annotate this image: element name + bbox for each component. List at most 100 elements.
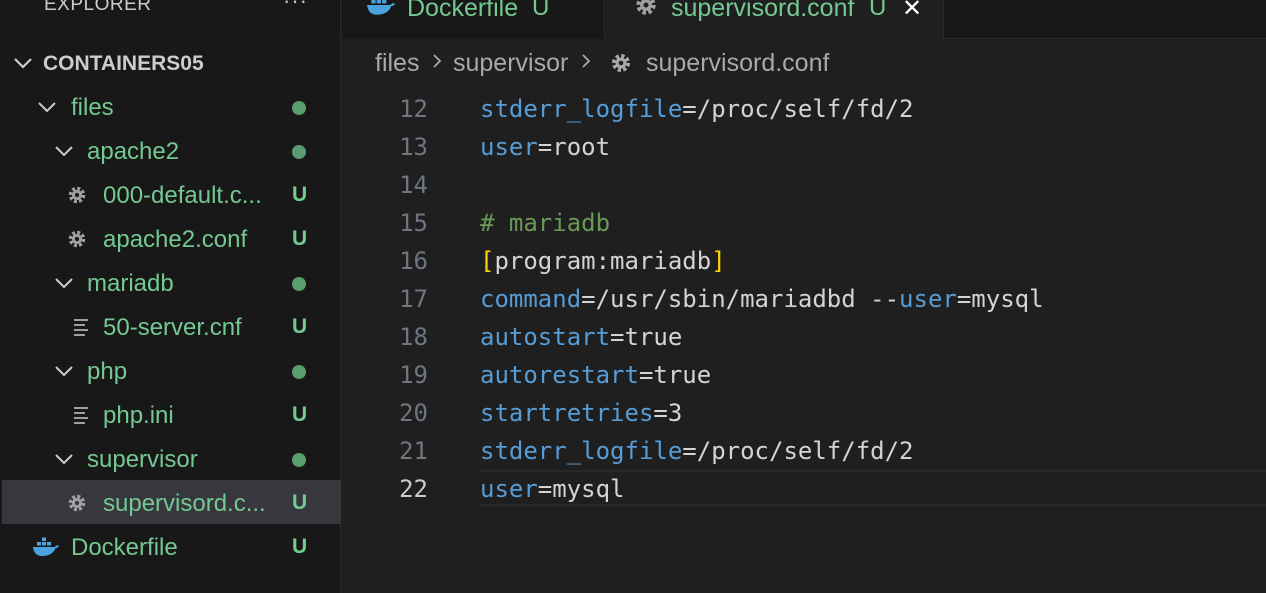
chevron-down-icon [14, 58, 32, 69]
explorer-header: EXPLORER ··· [0, 0, 341, 18]
config-value: /proc/self/fd/2 [696, 437, 914, 465]
tab-bar: Dockerfile U supervisord.conf U ✕ [342, 0, 1266, 39]
equals-sign: = [956, 285, 972, 313]
line-number: 19 [399, 361, 428, 389]
config-key: autorestart [480, 361, 639, 389]
config-key: command [480, 285, 582, 313]
bracket-close: ] [711, 247, 726, 275]
code-line: 19 autorestart=true [342, 356, 1266, 394]
tree-file-000-default[interactable]: 000-default.c... U [2, 173, 341, 217]
code-text: command=/usr/sbin/mariadbd --user=mysql [480, 285, 1044, 313]
chevron-down-icon [55, 454, 73, 465]
code-line: 21 stderr_logfile=/proc/self/fd/2 [342, 432, 1266, 470]
breadcrumb: files supervisor supervisord.conf [342, 40, 1266, 86]
untracked-badge: U [869, 0, 887, 21]
modified-dot [292, 453, 306, 467]
breadcrumb-item-supervisord-conf[interactable]: supervisord.conf [646, 49, 829, 78]
code-line: 13 user=root [342, 128, 1266, 166]
untracked-badge: U [292, 535, 308, 558]
tree-item-label: apache2 [87, 138, 180, 165]
code-line: 14 [342, 166, 1266, 204]
config-value: true [624, 323, 683, 351]
breadcrumb-item-supervisor[interactable]: supervisor [453, 49, 568, 78]
config-key: stderr_logfile [480, 95, 683, 123]
config-value: true [653, 361, 712, 389]
docker-icon [367, 0, 395, 15]
line-number: 15 [399, 209, 428, 237]
chevron-down-icon [55, 146, 73, 157]
code-line-current: 22 user=mysql [342, 470, 1266, 508]
more-actions-button[interactable]: ··· [283, 0, 308, 14]
lines-icon [74, 319, 88, 336]
docker-icon [33, 537, 59, 556]
code-text: stderr_logfile=/proc/self/fd/2 [480, 437, 914, 465]
config-value: mysql [971, 285, 1044, 313]
tree-folder-php[interactable]: php [2, 349, 341, 393]
config-key: stderr_logfile [480, 437, 683, 465]
close-icon[interactable]: ✕ [902, 0, 922, 23]
tree-item-label: 50-server.cnf [103, 314, 242, 341]
gear-icon [68, 230, 86, 248]
code-editor[interactable]: 12 stderr_logfile=/proc/self/fd/2 13 use… [342, 88, 1266, 593]
code-text: autostart=true [480, 323, 682, 351]
tab-supervisord-conf[interactable]: supervisord.conf U ✕ [606, 0, 944, 39]
tree-item-label: files [71, 94, 114, 121]
line-number: 20 [399, 399, 428, 427]
code-text: user=mysql [480, 475, 625, 503]
line-number-active: 22 [399, 475, 428, 503]
tree-folder-supervisor[interactable]: supervisor [2, 437, 341, 481]
equals-sign: = [682, 95, 697, 123]
config-key: user [899, 285, 957, 313]
chevron-down-icon [55, 278, 73, 289]
config-key: autostart [480, 323, 611, 351]
config-value: mysql [552, 475, 625, 503]
tree-folder-mariadb[interactable]: mariadb [2, 261, 341, 305]
gear-icon [68, 494, 86, 512]
line-number: 16 [399, 247, 428, 275]
config-key: user [480, 475, 538, 503]
modified-dot [292, 101, 306, 115]
line-number: 21 [399, 437, 428, 465]
untracked-badge: U [532, 0, 550, 21]
tree-item-label: supervisor [87, 446, 198, 473]
tree-folder-files[interactable]: files [2, 85, 341, 129]
explorer-sidebar: EXPLORER ··· CONTAINERS05 files apache2 … [0, 0, 341, 593]
line-number: 14 [399, 171, 428, 199]
tree-item-label: apache2.conf [103, 226, 248, 253]
untracked-badge: U [292, 315, 308, 338]
breadcrumb-item-files[interactable]: files [375, 49, 419, 78]
equals-sign: = [610, 323, 625, 351]
tree-file-supervisord-conf[interactable]: supervisord.c... U [2, 480, 341, 524]
gear-icon [636, 0, 656, 15]
equals-sign: = [581, 285, 596, 313]
tree-item-label: supervisord.c... [103, 490, 266, 517]
equals-sign: = [682, 437, 697, 465]
code-line: 18 autostart=true [342, 318, 1266, 356]
tab-label: supervisord.conf [671, 0, 855, 22]
tree-file-50-server-cnf[interactable]: 50-server.cnf U [2, 305, 341, 349]
config-value: /proc/self/fd/2 [696, 95, 914, 123]
code-text: startretries=3 [480, 399, 682, 427]
code-text: [program:mariadb] [480, 247, 726, 275]
tree-folder-apache2[interactable]: apache2 [2, 129, 341, 173]
gear-icon [612, 54, 630, 72]
tree-root-containers05[interactable]: CONTAINERS05 [2, 41, 341, 85]
config-value: 3 [667, 399, 683, 427]
modified-dot [292, 365, 306, 379]
code-line: 15 # mariadb [342, 204, 1266, 242]
tree-file-apache2-conf[interactable]: apache2.conf U [2, 217, 341, 261]
equals-sign: = [537, 133, 553, 161]
tree-file-dockerfile[interactable]: Dockerfile U [2, 525, 341, 569]
equals-sign: = [537, 475, 553, 503]
chevron-down-icon [38, 102, 56, 113]
untracked-badge: U [292, 403, 308, 426]
code-line: 16 [program:mariadb] [342, 242, 1266, 280]
tree-item-label: CONTAINERS05 [43, 52, 204, 75]
gear-icon [68, 186, 86, 204]
tab-dockerfile[interactable]: Dockerfile U [342, 0, 605, 39]
tree-file-php-ini[interactable]: php.ini U [2, 393, 341, 437]
untracked-badge: U [292, 227, 308, 250]
config-value: root [552, 133, 611, 161]
explorer-title: EXPLORER [44, 0, 152, 15]
code-text: user=root [480, 133, 610, 161]
